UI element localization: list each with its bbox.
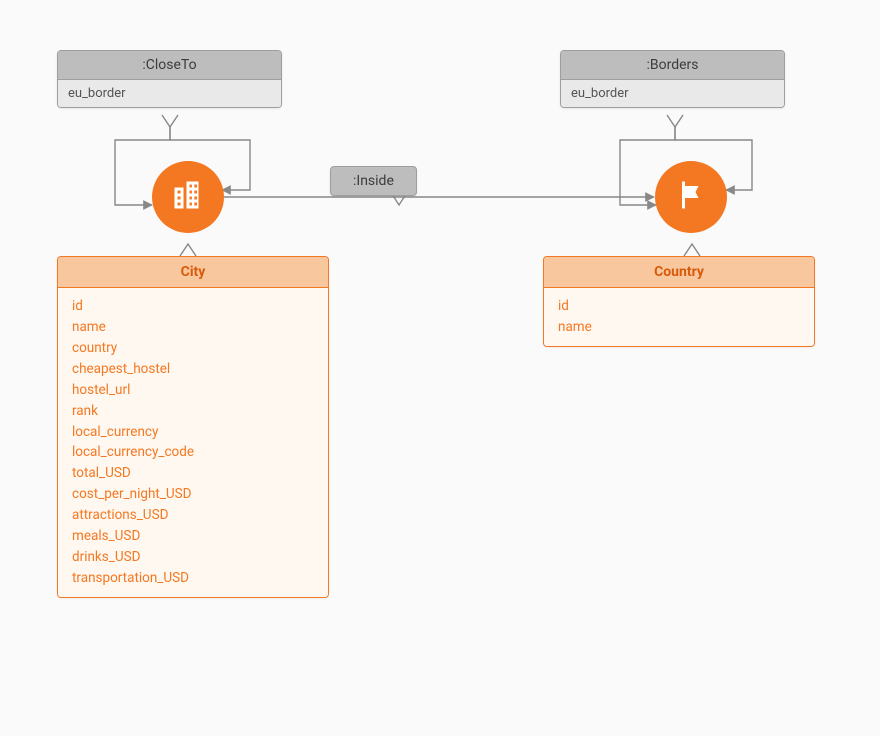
entity-city-title: City [58,257,328,288]
entity-city: City id name country cheapest_hostel hos… [57,256,329,598]
relationship-borders-label: :Borders [561,51,784,80]
property-item: rank [72,401,314,422]
property-item: id [72,296,314,317]
property-item: meals_USD [72,526,314,547]
node-country [655,161,727,233]
relationship-closeto: :CloseTo eu_border [57,50,282,108]
property-item: transportation_USD [72,568,314,589]
property-item: id [558,296,800,317]
property-item: cost_per_night_USD [72,484,314,505]
relationship-inside-label: :Inside [330,166,417,196]
property-item: country [72,338,314,359]
relationship-borders-property: eu_border [561,80,784,107]
node-city [152,161,224,233]
property-item: attractions_USD [72,505,314,526]
property-item: name [72,317,314,338]
buildings-icon [170,177,206,217]
property-item: hostel_url [72,380,314,401]
graph-diagram: :CloseTo eu_border :Borders eu_border :I… [0,0,880,736]
entity-country: Country id name [543,256,815,347]
entity-city-properties: id name country cheapest_hostel hostel_u… [58,288,328,597]
property-item: drinks_USD [72,547,314,568]
property-item: local_currency [72,422,314,443]
entity-country-properties: id name [544,288,814,346]
property-item: cheapest_hostel [72,359,314,380]
entity-country-title: Country [544,257,814,288]
flag-icon [673,177,709,217]
relationship-borders: :Borders eu_border [560,50,785,108]
relationship-closeto-property: eu_border [58,80,281,107]
property-item: name [558,317,800,338]
relationship-closeto-label: :CloseTo [58,51,281,80]
property-item: total_USD [72,463,314,484]
property-item: local_currency_code [72,442,314,463]
